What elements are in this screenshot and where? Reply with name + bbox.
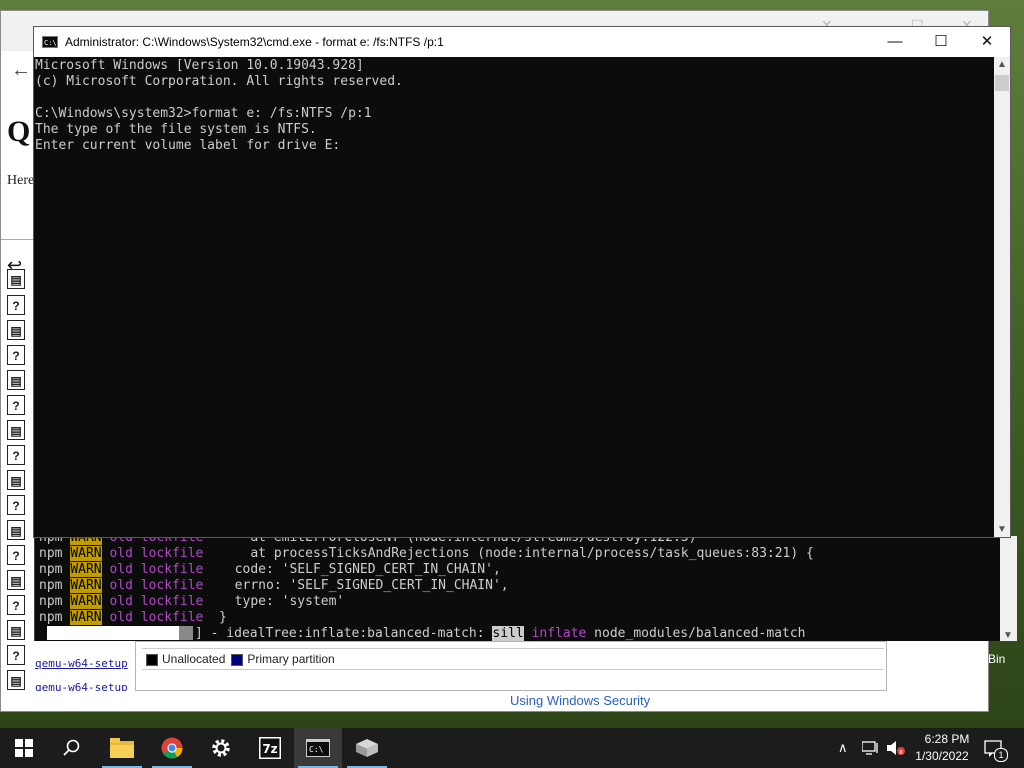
windows-logo-icon	[15, 739, 33, 757]
npm-line: npm WARN old lockfile at processTicksAnd…	[39, 546, 814, 561]
settings-button[interactable]	[197, 728, 245, 768]
search-icon	[63, 739, 80, 756]
start-button[interactable]	[0, 728, 48, 768]
console-line: C:\Windows\system32>format e: /fs:NTFS /…	[35, 106, 372, 121]
scroll-up-icon[interactable]: ▲	[997, 59, 1007, 70]
close-button[interactable]: ✕	[964, 27, 1010, 57]
minimize-button[interactable]: —	[872, 27, 918, 57]
folder-icon	[110, 738, 134, 758]
unallocated-swatch	[146, 653, 158, 666]
unknown-file-icon[interactable]: ?	[7, 495, 25, 515]
divider	[1, 239, 35, 240]
window-title: Administrator: C:\Windows\System32\cmd.e…	[65, 35, 444, 49]
recycle-bin-label[interactable]: Bin	[988, 652, 1005, 666]
unknown-file-icon[interactable]: ?	[7, 595, 25, 615]
speaker-muted-icon[interactable]: x	[886, 740, 906, 756]
legend-primary: Primary partition	[231, 652, 335, 666]
browser-status-bar: Using Windows Security	[1, 691, 988, 711]
svg-text:7z: 7z	[262, 742, 277, 756]
cmd-window[interactable]: C:\ Administrator: C:\Windows\System32\c…	[33, 26, 1011, 538]
unknown-file-icon[interactable]: ?	[7, 295, 25, 315]
back-arrow-icon[interactable]: ←	[11, 59, 31, 82]
disk-management-window: Unallocated Primary partition	[135, 641, 887, 691]
unknown-file-icon[interactable]: ?	[7, 445, 25, 465]
console-line: Microsoft Windows [Version 10.0.19043.92…	[35, 58, 364, 73]
gear-icon	[212, 739, 230, 757]
svg-text:x: x	[899, 748, 903, 756]
package-icon	[356, 739, 378, 757]
chrome-icon	[161, 737, 183, 759]
file-icon[interactable]: ▤	[7, 620, 25, 640]
file-explorer-button[interactable]	[98, 728, 146, 768]
scrollbar-thumb[interactable]	[995, 75, 1009, 91]
file-icon[interactable]: ▤	[7, 420, 25, 440]
maximize-button[interactable]: ☐	[918, 27, 964, 57]
file-icon[interactable]: ▤	[7, 520, 25, 540]
package-button[interactable]	[343, 728, 391, 768]
cmd-scrollbar[interactable]: ▲ ▼	[994, 57, 1010, 537]
legend-unallocated: Unallocated	[146, 652, 225, 666]
console-line: (c) Microsoft Corporation. All rights re…	[35, 74, 403, 89]
npm-line: npm WARN old lockfile code: 'SELF_SIGNED…	[39, 562, 501, 577]
notification-badge: 1	[994, 748, 1008, 762]
npm-terminal-window[interactable]: npm WARN old lockfile at emitErrorCloseN…	[34, 530, 1017, 641]
terminal-icon: C:\	[306, 739, 330, 757]
windows-security-link[interactable]: Using Windows Security	[510, 693, 650, 708]
disk-legend: Unallocated Primary partition	[142, 648, 884, 670]
cmd-console-output[interactable]: Microsoft Windows [Version 10.0.19043.92…	[34, 57, 995, 537]
console-prompt-line: Enter current volume label for drive E:	[35, 138, 341, 153]
file-icon[interactable]: ▤	[7, 570, 25, 590]
npm-line: npm WARN old lockfile type: 'system'	[39, 594, 345, 609]
primary-swatch	[231, 653, 244, 666]
npm-progress-fill	[179, 626, 193, 640]
file-icon[interactable]: ▤	[7, 320, 25, 340]
unknown-file-icon[interactable]: ?	[7, 545, 25, 565]
npm-line: npm WARN old lockfile }	[39, 610, 227, 625]
scroll-down-icon[interactable]: ▼	[997, 524, 1007, 535]
unknown-file-icon[interactable]: ?	[7, 395, 25, 415]
chevron-up-icon[interactable]: ∧	[838, 740, 848, 756]
file-icon[interactable]: ▤	[7, 370, 25, 390]
cmd-app-icon: C:\	[42, 36, 58, 48]
file-icon[interactable]: ▤	[7, 670, 25, 690]
file-icon[interactable]: ▤	[7, 269, 25, 289]
search-button[interactable]	[48, 728, 96, 768]
clock-time[interactable]: 6:28 PM	[917, 732, 977, 746]
scroll-down-icon[interactable]: ▼	[1003, 630, 1013, 641]
console-line: The type of the file system is NTFS.	[35, 122, 317, 137]
page-text: Here	[7, 173, 35, 188]
unknown-file-icon[interactable]: ?	[7, 345, 25, 365]
cmd-titlebar[interactable]: C:\ Administrator: C:\Windows\System32\c…	[34, 27, 1010, 57]
svg-text:C:\: C:\	[309, 745, 324, 754]
clock-date[interactable]: 1/30/2022	[909, 749, 975, 763]
network-icon[interactable]	[862, 740, 880, 756]
npm-line: npm WARN old lockfile errno: 'SELF_SIGNE…	[39, 578, 509, 593]
unknown-file-icon[interactable]: ?	[7, 645, 25, 665]
chrome-button[interactable]	[148, 728, 196, 768]
file-link[interactable]: qemu-w64-setup	[35, 657, 128, 670]
npm-progress-line: ] - idealTree:inflate:balanced-match: si…	[195, 626, 806, 641]
page-heading: Q	[7, 115, 31, 148]
npm-scrollbar[interactable]: ▼	[1000, 536, 1017, 641]
taskbar: 7z C:\ ∧ x 6:28 PM 1/30/2022 1	[0, 728, 1024, 768]
file-icon[interactable]: ▤	[7, 470, 25, 490]
npm-progress-bar	[47, 626, 191, 640]
7zip-button[interactable]: 7z	[246, 728, 294, 768]
7zip-icon: 7z	[259, 737, 281, 759]
cmd-taskbar-button[interactable]: C:\	[294, 728, 342, 768]
